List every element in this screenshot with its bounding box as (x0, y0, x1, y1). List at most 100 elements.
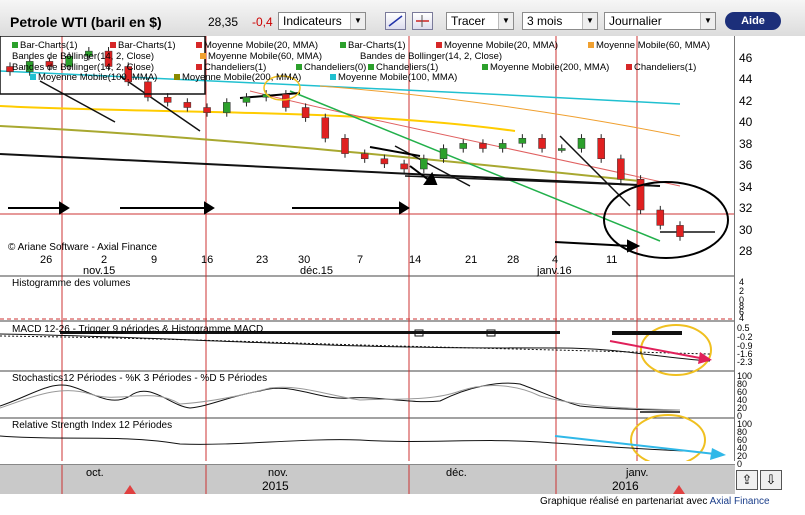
candle-body (360, 153, 369, 159)
draw-dropdown[interactable]: Tracer ▼ (446, 12, 514, 30)
period-dropdown[interactable]: 3 mois ▼ (522, 12, 598, 30)
candle-body (163, 97, 172, 103)
candle-body (183, 102, 192, 108)
candle-body (400, 163, 408, 170)
legend-swatch (12, 42, 18, 49)
legend-item: Moyenne Mobile(200, MMA) (174, 72, 301, 83)
navigator-month: nov. (268, 467, 288, 479)
navigator-right-handle-icon[interactable] (673, 485, 685, 494)
candle-body (479, 143, 487, 149)
candle-body (538, 138, 546, 149)
rsi-line (0, 435, 691, 452)
price-change: -0,4 (252, 15, 273, 29)
candle-body (223, 102, 231, 113)
footer-text: Graphique réalisé en partenariat avec (540, 496, 708, 507)
frequency-dropdown-label: Journalier (609, 14, 662, 28)
price-tick: 38 (739, 137, 753, 151)
date-tick: 11 (606, 254, 618, 266)
date-tick: 9 (151, 254, 158, 266)
macd-trigger-line (0, 335, 711, 355)
rsi-tick: 0 (737, 459, 743, 469)
legend-item: Moyenne Mobile(200, MMA) (482, 62, 609, 73)
rsi-pane-label: Relative Strength Index 12 Périodes (12, 420, 173, 431)
month-tick: janv.16 (537, 265, 572, 277)
price-tick: 46 (739, 51, 753, 65)
horizontal-line-tool-button[interactable] (412, 12, 433, 30)
chart-area[interactable]: Bar-Charts(1) Bar-Charts(1) Moyenne Mobi… (0, 36, 735, 461)
date-tick: 28 (507, 254, 520, 266)
candle-body (558, 148, 566, 151)
instrument-title: Petrole WTI (baril en $) (10, 14, 162, 30)
candle-body (498, 143, 507, 149)
time-navigator[interactable]: oct. nov. déc. janv. 2015 2016 (0, 464, 735, 494)
date-tick: 21 (465, 254, 478, 266)
indicators-dropdown[interactable]: Indicateurs ▼ (278, 12, 366, 30)
candle-body (144, 81, 152, 98)
price-tick: 30 (739, 223, 753, 237)
macd-line (0, 333, 711, 362)
navigator-month: oct. (86, 467, 104, 479)
price-tick: 44 (739, 72, 753, 86)
navigator-year: 2015 (262, 479, 289, 493)
candle-body (341, 138, 349, 154)
macd-tick: -2.3 (737, 357, 753, 367)
stochastic-pane-label: Stochastics12 Périodes - %K 3 Périodes -… (12, 373, 268, 384)
candle-body (380, 158, 389, 165)
candle-body (420, 158, 428, 170)
legend-item: Moyenne Mobile(100, MMA) (30, 72, 157, 83)
volume-tick: 4 (739, 313, 745, 323)
draw-dropdown-label: Tracer (451, 14, 486, 28)
candle-body (282, 93, 290, 108)
legend-item: Moyenne Mobile(20, MMA) (196, 40, 318, 51)
legend-item: Bar-Charts(1) (110, 40, 176, 51)
last-price: 28,35 (208, 15, 239, 29)
candle-body (518, 138, 527, 144)
help-button[interactable]: Aide (725, 12, 781, 30)
export-button[interactable]: ⇪ (736, 470, 758, 490)
candle-body (301, 107, 310, 118)
horizontal-line-icon (416, 15, 429, 27)
legend-item: Bar-Charts(1) (340, 40, 406, 51)
candle-body (203, 107, 211, 113)
price-tick: 32 (739, 201, 753, 215)
legend-item: Bandes de Bollinger(14, 2, Close) (12, 51, 155, 62)
volume-pane-label: Histogramme des volumes (12, 278, 131, 289)
download-icon: ⇩ (765, 472, 777, 487)
price-tick: 40 (739, 115, 753, 129)
candle-body (242, 97, 251, 103)
legend-item: Moyenne Mobile(60, MMA) (588, 40, 710, 51)
navigator-year: 2016 (612, 479, 639, 493)
price-tick: 28 (739, 244, 753, 258)
legend-item: Moyenne Mobile(60, MMA) (200, 51, 322, 62)
candle-body (459, 143, 467, 149)
upload-icon: ⇪ (741, 472, 753, 487)
period-dropdown-label: 3 mois (527, 14, 563, 28)
date-tick: 23 (256, 254, 269, 266)
macd-pane-label: MACD 12-26 - Trigger 9 périodes & Histog… (12, 324, 264, 335)
rsi-annotation-arrowhead (710, 448, 726, 460)
axial-finance-link[interactable]: Axial Finance (710, 496, 770, 507)
candle-body (597, 138, 605, 159)
chevron-down-icon: ▼ (350, 13, 365, 29)
price-tick: 36 (739, 158, 753, 172)
price-tick: 34 (739, 180, 753, 194)
navigator-month: janv. (626, 467, 649, 479)
navigator-left-handle-icon[interactable] (124, 485, 136, 494)
download-button[interactable]: ⇩ (760, 470, 782, 490)
candle-body (321, 117, 330, 139)
legend-item: Bandes de Bollinger(14, 2, Close) (360, 51, 503, 62)
chevron-down-icon: ▼ (700, 13, 715, 29)
month-tick: nov.15 (83, 265, 116, 277)
date-tick: 16 (201, 254, 214, 266)
chevron-down-icon: ▼ (582, 13, 597, 29)
navigator-month: déc. (446, 467, 467, 479)
chevron-down-icon: ▼ (498, 13, 513, 29)
draw-line-tool-button[interactable] (385, 12, 406, 30)
candle-body (676, 225, 684, 237)
price-tick: 42 (739, 94, 753, 108)
trendline-icon (388, 15, 403, 27)
legend-item: Moyenne Mobile(100, MMA) (330, 72, 457, 83)
date-tick: 14 (409, 254, 422, 266)
month-tick: déc.15 (300, 265, 334, 277)
frequency-dropdown[interactable]: Journalier ▼ (604, 12, 716, 30)
